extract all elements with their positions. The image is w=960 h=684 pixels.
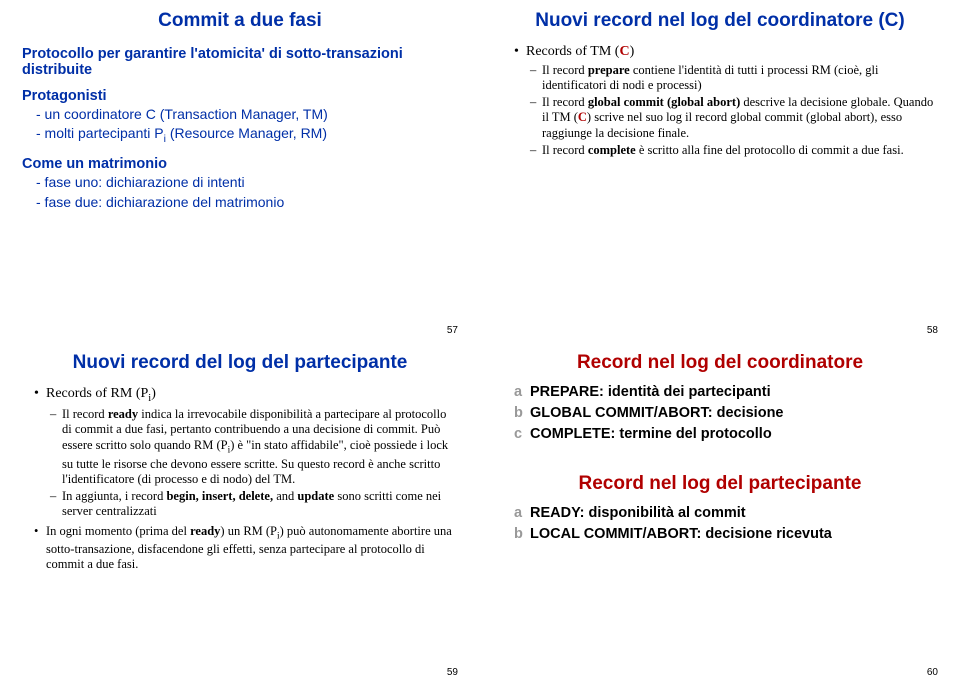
bullet: Records of TM (C) [514,44,938,61]
text: COMPLETE: termine del protocollo [530,426,772,442]
list-label: b [514,524,530,545]
text: Records of RM (P [46,386,148,401]
list-label: a [514,503,530,524]
list-item: cCOMPLETE: termine del protocollo [514,424,938,445]
text: ) [151,386,156,401]
list-item: bLOCAL COMMIT/ABORT: decisione ricevuta [514,524,938,545]
dash-item: Il record ready indica la irrevocabile d… [50,407,458,487]
body-line: - fase uno: dichiarazione di intenti [36,174,458,192]
list-item: bGLOBAL COMMIT/ABORT: decisione [514,403,938,424]
slide-title: Nuovi record del log del partecipante [22,352,458,374]
bullet: Records of RM (Pi) [34,386,458,405]
page-number: 60 [927,667,938,678]
slide-58: Nuovi record nel log del coordinatore (C… [480,0,960,342]
text: PREPARE: identità dei partecipanti [530,384,771,400]
body-line: - un coordinatore C (Transaction Manager… [36,106,458,124]
abc-list: aREADY: disponibilità al commit bLOCAL C… [514,503,938,545]
list-item: aREADY: disponibilità al commit [514,503,938,524]
list-label: a [514,382,530,403]
heading: Come un matrimonio [22,156,458,172]
text: ) [630,44,635,59]
slide-title: Nuovi record nel log del coordinatore (C… [502,10,938,32]
page-number: 57 [447,325,458,336]
page-number: 58 [927,325,938,336]
text: (Resource Manager, RM) [166,125,327,141]
slide-title: Record nel log del coordinatore [502,352,938,374]
text: Records of TM ( [526,44,619,59]
heading: Protocollo per garantire l'atomicita' di… [22,46,458,78]
slide-grid: Commit a due fasi Protocollo per garanti… [0,0,960,684]
text: GLOBAL COMMIT/ABORT: decisione [530,405,784,421]
slide-title: Commit a due fasi [22,10,458,32]
slide-57: Commit a due fasi Protocollo per garanti… [0,0,480,342]
dash-item: Il record prepare contiene l'identità di… [530,63,938,94]
text: - molti partecipanti P [36,125,164,141]
text: LOCAL COMMIT/ABORT: decisione ricevuta [530,526,832,542]
body-line: - fase due: dichiarazione del matrimonio [36,194,458,212]
list-label: c [514,424,530,445]
list-label: b [514,403,530,424]
text-red: C [619,44,629,59]
body-line: - molti partecipanti Pi (Resource Manage… [36,125,458,146]
slide-59: Nuovi record del log del partecipante Re… [0,342,480,684]
page-number: 59 [447,667,458,678]
text: READY: disponibilità al commit [530,505,746,521]
list-item: aPREPARE: identità dei partecipanti [514,382,938,403]
bullet: In ogni momento (prima del ready) un RM … [34,524,458,573]
abc-list: aPREPARE: identità dei partecipanti bGLO… [514,382,938,445]
dash-item: In aggiunta, i record begin, insert, del… [50,489,458,520]
dash-item: Il record complete è scritto alla fine d… [530,143,938,158]
dash-item: Il record global commit (global abort) d… [530,95,938,141]
slide-title: Record nel log del partecipante [502,473,938,495]
heading: Protagonisti [22,88,458,104]
slide-60: Record nel log del coordinatore aPREPARE… [480,342,960,684]
